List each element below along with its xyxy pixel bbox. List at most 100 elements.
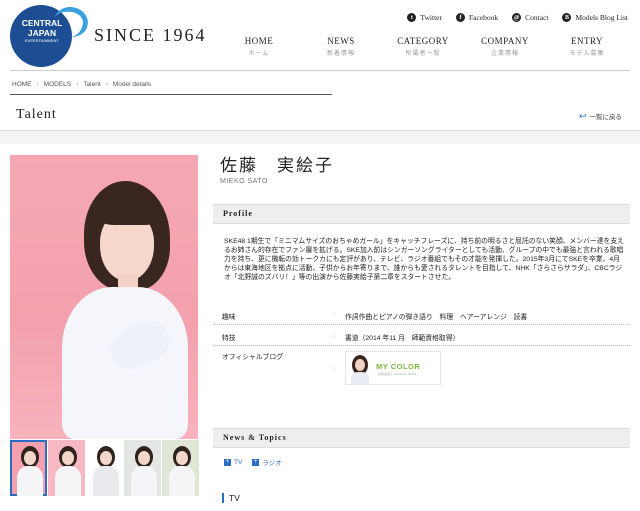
breadcrumb-separator: › <box>76 81 79 88</box>
twitter-icon: t <box>407 13 417 22</box>
blog-colon: : <box>333 365 335 372</box>
top-links: t Twitter f Facebook @ Contact B Models … <box>407 13 628 22</box>
breadcrumb-current: Model details <box>112 81 152 88</box>
logo-line-3: ENTERTAINMENT <box>25 38 59 43</box>
thumb-face <box>62 451 74 465</box>
profile-heading: Profile <box>213 204 630 224</box>
photo-thumbnails <box>10 440 199 496</box>
facebook-label: Facebook <box>468 13 499 22</box>
talent-main-photo <box>10 155 198 439</box>
contact-link[interactable]: @ Contact <box>512 13 548 22</box>
news-section-tv: TV <box>222 493 240 503</box>
thumbnail-3[interactable] <box>86 440 123 496</box>
nav-company-sub: 企業情報 <box>490 51 519 57</box>
thumb-face <box>138 451 150 465</box>
company-logo[interactable]: CENTRAL JAPAN ENTERTAINMENT <box>10 4 91 67</box>
hobby-label: 趣味 <box>222 314 236 321</box>
news-topics-heading: News & Topics <box>213 428 630 448</box>
return-arrow-icon: ↩ <box>578 111 587 121</box>
news-category-radio-label: ラジオ <box>262 460 282 467</box>
thumb-body <box>93 466 119 496</box>
thumbnail-2[interactable] <box>48 440 85 496</box>
thumbnail-4[interactable] <box>124 440 161 496</box>
twitter-label: Twitter <box>420 13 442 22</box>
breadcrumb: HOME › MODELS › Talent › Model details <box>12 81 151 88</box>
nav-news-sub: 新着情報 <box>326 51 355 57</box>
breadcrumb-home[interactable]: HOME <box>12 81 32 88</box>
talent-name-jp: 佐藤 実絵子 <box>220 156 334 175</box>
nav-home-label: HOME <box>244 36 274 46</box>
thumbnail-5[interactable] <box>162 440 199 496</box>
blog-label: オフィシャルブログ <box>222 354 284 361</box>
plus-icon: + <box>224 458 231 466</box>
title-band <box>0 130 640 144</box>
main-nav: HOME ホーム NEWS 新着情報 CATEGORY 所属者一覧 COMPAN… <box>218 36 628 57</box>
news-section-tv-title: TV <box>229 493 240 503</box>
thumb-body <box>17 466 43 496</box>
facebook-icon: f <box>455 13 465 22</box>
page-title: Talent <box>16 107 57 122</box>
nav-category-sub: 所属者一覧 <box>405 51 441 57</box>
blog-banner-logo: MY COLOR <box>376 362 421 371</box>
back-to-list-link[interactable]: ↩ 一覧に戻る <box>578 111 623 122</box>
thumb-face <box>100 451 112 465</box>
talent-name-en: MIEKO SATO <box>220 178 268 185</box>
photo-bangs <box>96 195 158 225</box>
nav-news-label: NEWS <box>327 36 355 46</box>
nav-company-label: COMPANY <box>481 36 529 46</box>
banner-body <box>351 372 369 384</box>
nav-news[interactable]: NEWS 新着情報 <box>300 36 382 57</box>
blog-banner-subtitle: 佐藤実絵子 OFFICIAL BLOG <box>378 372 417 376</box>
nav-entry[interactable]: ENTRY モデル募集 <box>546 36 628 57</box>
logo-line-1: CENTRAL <box>21 18 63 28</box>
back-to-list-label: 一覧に戻る <box>589 114 623 121</box>
thumb-face <box>24 451 36 465</box>
mail-icon: @ <box>512 13 522 22</box>
banner-face <box>355 359 365 371</box>
skill-label: 特技 <box>222 335 236 342</box>
blog-row: オフィシャルブログ : MY COLOR 佐藤実絵子 OFFICIAL BLOG <box>213 349 630 387</box>
thumb-body <box>131 466 157 496</box>
news-category-tv[interactable]: + TV <box>224 457 242 467</box>
hobby-colon: : <box>333 311 335 318</box>
nav-entry-sub: モデル募集 <box>569 51 605 57</box>
thumb-body <box>169 466 195 496</box>
contact-label: Contact <box>525 13 549 22</box>
skill-colon: : <box>333 332 335 339</box>
hobby-row: 趣味 : 作詞作曲とピアノの弾き語り 料理 ヘアーアレンジ 読書 <box>213 307 630 325</box>
tagline: SINCE 1964 <box>94 25 207 45</box>
breadcrumb-talent[interactable]: Talent <box>83 81 100 88</box>
models-blog-list-link[interactable]: B Models Blog List <box>562 13 628 22</box>
news-categories: + TV + ラジオ <box>224 457 282 467</box>
news-category-tv-label: TV <box>234 458 243 466</box>
twitter-link[interactable]: t Twitter <box>407 13 442 22</box>
breadcrumb-models[interactable]: MODELS <box>44 81 71 88</box>
skill-row: 特技 : 書道（2014 年11 月 師範資格取得） <box>213 328 630 346</box>
thumbnail-1[interactable] <box>10 440 47 496</box>
nav-entry-label: ENTRY <box>570 36 603 46</box>
models-blog-list-label: Models Blog List <box>575 13 628 22</box>
blog-banner-portrait <box>350 354 370 384</box>
section-marker <box>222 493 224 503</box>
breadcrumb-separator: › <box>36 81 39 88</box>
nav-category-label: CATEGORY <box>397 36 449 46</box>
facebook-link[interactable]: f Facebook <box>455 13 499 22</box>
nav-category[interactable]: CATEGORY 所属者一覧 <box>382 36 464 57</box>
nav-company[interactable]: COMPANY 企業情報 <box>464 36 546 57</box>
plus-icon: + <box>252 458 260 466</box>
nav-home[interactable]: HOME ホーム <box>218 36 300 57</box>
breadcrumb-divider <box>10 94 332 95</box>
header-divider <box>10 70 630 71</box>
logo-text: CENTRAL JAPAN ENTERTAINMENT <box>16 18 68 44</box>
profile-text: SKE48 1期生で「ミニマムサイズのおちゃめガール」をキャッチフレーズに、持ち… <box>224 238 624 281</box>
logo-line-2: JAPAN <box>27 28 57 38</box>
breadcrumb-separator: › <box>105 81 108 88</box>
skill-value: 書道（2014 年11 月 師範資格取得） <box>345 335 460 342</box>
blog-icon: B <box>562 13 572 22</box>
hobby-value: 作詞作曲とピアノの弾き語り 料理 ヘアーアレンジ 読書 <box>345 314 528 321</box>
official-blog-banner[interactable]: MY COLOR 佐藤実絵子 OFFICIAL BLOG <box>345 351 441 385</box>
news-category-radio[interactable]: + ラジオ <box>252 457 282 467</box>
nav-home-sub: ホーム <box>248 51 270 57</box>
thumb-body <box>55 466 81 496</box>
thumb-face <box>176 451 188 465</box>
